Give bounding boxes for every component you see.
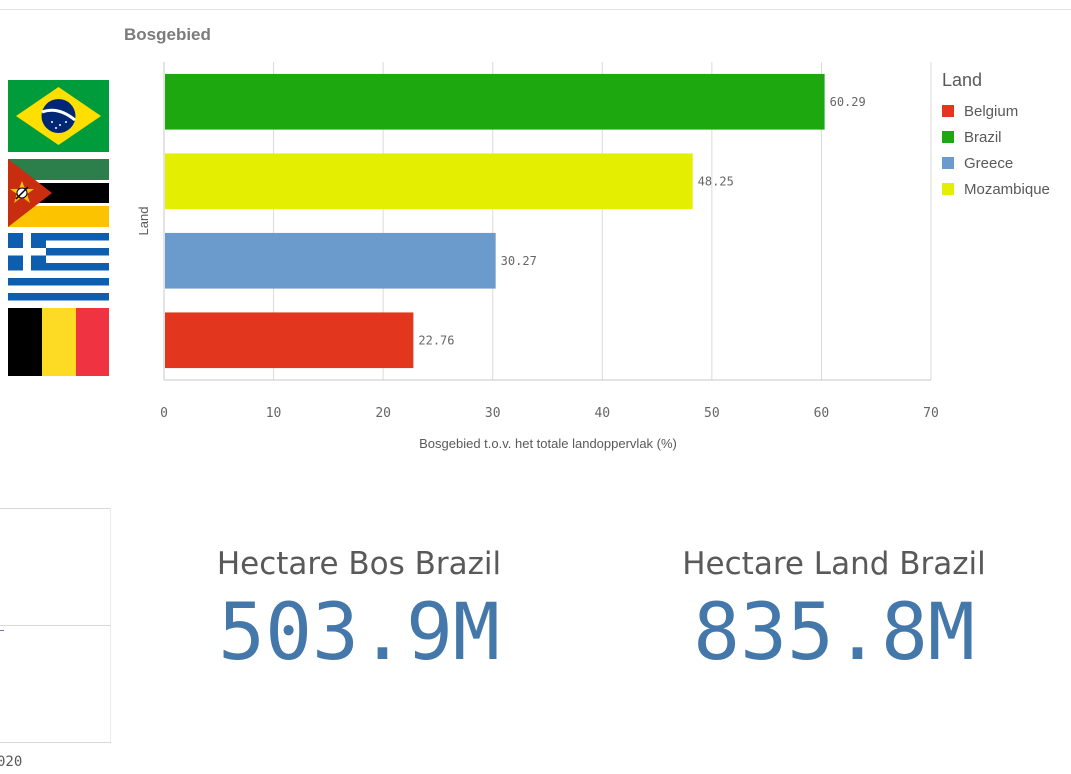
legend-label: Brazil	[964, 128, 1002, 146]
bar-chart: 0 10 20 30 40 50 60 70 60.29 48.25 30.27 22.76 Bosge…	[136, 62, 939, 451]
axis-tick-mark	[0, 630, 4, 631]
bar-belgium	[165, 312, 414, 369]
kpi-value: 835.8M	[693, 588, 975, 678]
legend-title: Land	[942, 70, 983, 90]
bar-mozambique	[165, 153, 693, 210]
data-label: 48.25	[698, 174, 734, 188]
x-tick-label: 50	[704, 406, 720, 421]
bar-brazil	[165, 73, 825, 130]
bar-greece	[165, 232, 496, 289]
x-axis-title: Bosgebied t.o.v. het totale landoppervla…	[419, 436, 677, 451]
legend-swatch	[942, 131, 954, 143]
x-tick-label: 60	[814, 406, 830, 421]
kpi-hectare-land: Hectare Land Brazil 835.8M	[670, 546, 998, 672]
legend-item-greece[interactable]: Greece	[942, 150, 1050, 176]
data-label: 22.76	[418, 333, 454, 347]
x-tick-label: 20	[375, 406, 391, 421]
legend-swatch	[942, 157, 954, 169]
data-label: 30.27	[501, 254, 537, 268]
axis-year-label: 020	[0, 754, 23, 770]
panel-divider	[0, 625, 111, 626]
legend-swatch	[942, 105, 954, 117]
left-partial-chart-panel: 020	[0, 508, 111, 774]
kpi-label: Hectare Land Brazil	[682, 546, 986, 582]
legend-label: Greece	[964, 154, 1014, 172]
legend-item-belgium[interactable]: Belgium	[942, 98, 1050, 124]
kpi-value: 503.9M	[218, 588, 500, 678]
x-tick-label: 10	[266, 406, 282, 421]
panel-top-border	[0, 508, 111, 509]
legend-label: Mozambique	[964, 180, 1050, 198]
x-tick-label: 0	[160, 406, 168, 421]
kpi-label: Hectare Bos Brazil	[216, 546, 502, 582]
x-tick-label: 30	[485, 406, 501, 421]
kpi-hectare-bos: Hectare Bos Brazil 503.9M	[200, 546, 518, 672]
legend-item-mozambique[interactable]: Mozambique	[942, 176, 1050, 202]
x-tick-label: 70	[923, 406, 939, 421]
legend-item-brazil[interactable]: Brazil	[942, 124, 1050, 150]
legend-label: Belgium	[964, 102, 1019, 120]
legend-swatch	[942, 183, 954, 195]
x-tick-label: 40	[594, 406, 610, 421]
panel-axis-line	[0, 742, 111, 743]
chart-legend: Land Belgium Brazil Greece Mozambique	[942, 70, 1050, 202]
y-axis-title: Land	[136, 207, 151, 236]
data-label: 60.29	[830, 95, 866, 109]
